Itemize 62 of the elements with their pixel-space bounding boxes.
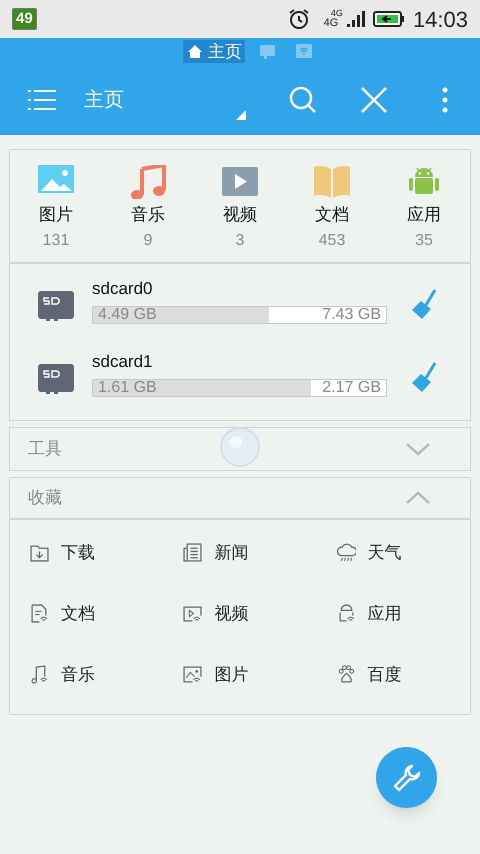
- used-space-label: 4.49 GB: [98, 306, 157, 322]
- clean-button[interactable]: [411, 288, 437, 320]
- total-space-label: 2.17 GB: [322, 380, 381, 396]
- cloud-rain-icon: [336, 543, 356, 562]
- network-type-label: 4G: [330, 9, 343, 18]
- storage-name[interactable]: sdcard0: [92, 278, 387, 300]
- sd-card-icon: [38, 364, 74, 394]
- category-tile[interactable]: 图片 131: [10, 150, 102, 262]
- category-tile[interactable]: 文档 453: [286, 150, 378, 262]
- music-note-icon: [130, 165, 166, 199]
- wrench-icon: [392, 762, 422, 792]
- clock-time: 14:03: [412, 6, 468, 34]
- favorite-item[interactable]: 视频: [163, 583, 317, 644]
- menu-button[interactable]: [28, 88, 56, 112]
- open-book-icon: [314, 165, 350, 199]
- loading-indicator-icon: [219, 426, 261, 468]
- broom-icon: [411, 288, 437, 320]
- close-icon: [360, 86, 388, 114]
- favorite-item[interactable]: 下载: [10, 522, 164, 583]
- favorite-item[interactable]: 文档: [10, 583, 164, 644]
- video-wifi-icon: [183, 604, 202, 623]
- category-tile[interactable]: 视频 3: [194, 150, 286, 262]
- chevron-up-icon: [406, 491, 430, 505]
- search-button[interactable]: [288, 85, 318, 115]
- category-tile[interactable]: 应用 35: [378, 150, 470, 262]
- network-type-label: 4G: [324, 18, 338, 29]
- music-wifi-icon: [30, 665, 49, 684]
- sd-card-icon: [38, 290, 74, 320]
- storage-name[interactable]: sdcard1: [92, 350, 387, 372]
- sd-card-icon: [258, 42, 278, 61]
- close-button[interactable]: [360, 86, 388, 114]
- document-wifi-icon: [30, 604, 49, 623]
- signal-strength-icon: [344, 10, 367, 28]
- android-wifi-icon: [336, 604, 356, 623]
- broom-icon: [411, 362, 437, 394]
- location-tab[interactable]: 主页: [183, 40, 245, 63]
- folder-download-icon: [30, 543, 49, 562]
- toolbar-title: 主页: [84, 88, 124, 113]
- play-icon: [222, 165, 258, 199]
- paw-print-icon: [336, 665, 356, 684]
- wifi-monitor-icon: [294, 42, 314, 61]
- favorite-item[interactable]: 应用: [316, 583, 470, 644]
- used-space-label: 1.61 GB: [98, 380, 157, 396]
- favorite-item[interactable]: 百度: [316, 644, 470, 705]
- total-space-label: 7.43 GB: [322, 306, 381, 322]
- favorite-item[interactable]: 图片: [163, 644, 317, 705]
- newspaper-icon: [183, 543, 202, 562]
- more-options-icon: [442, 87, 448, 113]
- category-tile[interactable]: 音乐 9: [102, 150, 194, 262]
- menu-icon: [28, 89, 56, 111]
- image-wifi-icon: [183, 665, 202, 684]
- alarm-clock-icon: [286, 7, 311, 31]
- clean-button[interactable]: [411, 362, 437, 394]
- favorite-item[interactable]: 天气: [316, 522, 470, 583]
- dropdown-corner-icon: [236, 110, 246, 120]
- more-options-button[interactable]: [442, 87, 448, 113]
- favorite-item[interactable]: 音乐: [10, 644, 164, 705]
- chevron-down-icon: [406, 442, 430, 456]
- search-icon: [288, 85, 318, 115]
- battery-charging-icon: [372, 10, 405, 28]
- battery-level-badge: 49: [12, 8, 37, 30]
- favorite-item[interactable]: 新闻: [163, 522, 317, 583]
